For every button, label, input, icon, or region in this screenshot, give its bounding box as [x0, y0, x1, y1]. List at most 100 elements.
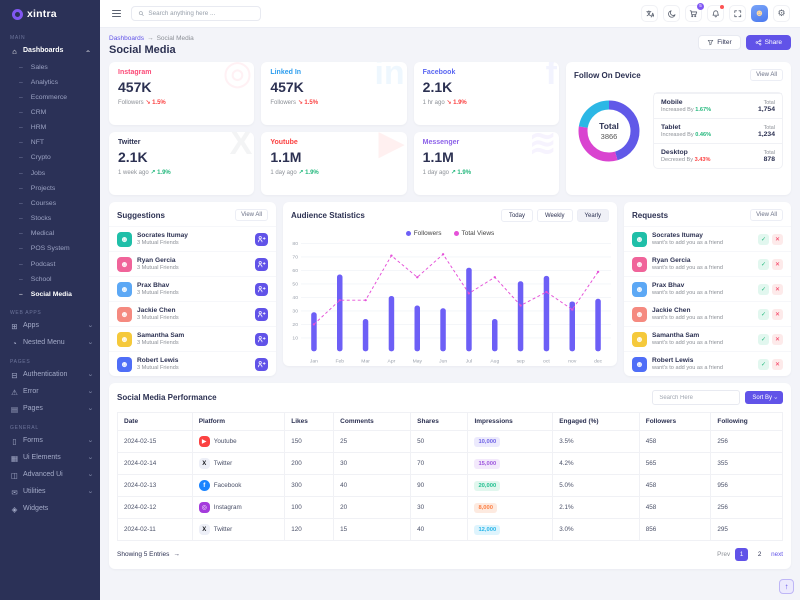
sidebar-item[interactable]: ▯ Forms	[0, 433, 100, 450]
sidebar-item[interactable]: School	[0, 272, 100, 287]
range-button[interactable]: Today	[501, 209, 533, 222]
sidebar-item-icon: ⊟	[10, 371, 19, 380]
pagination-next[interactable]: next	[771, 551, 783, 558]
table-row[interactable]: 2024-02-14 X Twitter 200 30 70	[118, 453, 783, 475]
sidebar-item[interactable]: WEB APPS	[0, 303, 100, 318]
accept-request-button[interactable]: ✓	[758, 259, 769, 270]
accept-request-button[interactable]: ✓	[758, 284, 769, 295]
sidebar-item-label: Jobs	[31, 170, 45, 178]
add-friend-button[interactable]	[255, 358, 268, 371]
column-header[interactable]: Shares	[411, 413, 468, 431]
filter-button[interactable]: Filter	[698, 35, 740, 50]
sidebar-item[interactable]: Stocks	[0, 212, 100, 227]
decline-request-button[interactable]: ✕	[772, 259, 783, 270]
sidebar-item[interactable]: Podcast	[0, 257, 100, 272]
dark-mode-button[interactable]	[663, 5, 680, 22]
sidebar-item[interactable]: NFT	[0, 136, 100, 151]
view-all-button[interactable]: View All	[750, 209, 783, 221]
sidebar-item[interactable]: Social Media	[0, 287, 100, 302]
device-name: Tablet	[661, 124, 711, 131]
notifications-button[interactable]	[707, 5, 724, 22]
sidebar-item[interactable]: POS System	[0, 242, 100, 257]
column-header[interactable]: Followers	[639, 413, 711, 431]
sidebar-item[interactable]: ✉ Utilities	[0, 484, 100, 501]
pagination-page-2[interactable]: 2	[753, 548, 766, 561]
sidebar-item[interactable]: Ecommerce	[0, 90, 100, 105]
person-add-icon	[257, 335, 266, 344]
sidebar-item[interactable]: ▦ Ui Elements	[0, 450, 100, 467]
stat-card: Linked In 457K Followers ↘ 1.5% in	[261, 62, 406, 125]
view-all-button[interactable]: View All	[750, 69, 783, 81]
range-button[interactable]: Weekly	[537, 209, 573, 222]
hamburger-menu-icon[interactable]	[110, 8, 123, 20]
column-header[interactable]: Likes	[285, 413, 334, 431]
sidebar-item[interactable]: ⌂ Dashboards	[0, 43, 100, 60]
decline-request-button[interactable]: ✕	[772, 359, 783, 370]
accept-request-button[interactable]: ✓	[758, 334, 769, 345]
sidebar-item[interactable]: ◫ Advanced Ui	[0, 467, 100, 484]
column-header[interactable]: Platform	[192, 413, 285, 431]
platform-icon: f	[199, 480, 210, 491]
settings-button[interactable]: ⚙	[773, 5, 790, 22]
sidebar-item[interactable]: ⊟ Authentication	[0, 367, 100, 384]
scroll-to-top-button[interactable]: ↑	[779, 579, 794, 594]
column-header[interactable]: Impressions	[468, 413, 553, 431]
sidebar-item[interactable]: ◈ Widgets	[0, 501, 100, 518]
sidebar-item[interactable]: GENERAL	[0, 418, 100, 433]
sidebar-item[interactable]: Courses	[0, 196, 100, 211]
column-header[interactable]: Date	[118, 413, 193, 431]
fullscreen-button[interactable]	[729, 5, 746, 22]
sidebar-item[interactable]: ⊞ Apps	[0, 318, 100, 335]
accept-request-button[interactable]: ✓	[758, 234, 769, 245]
decline-request-button[interactable]: ✕	[772, 334, 783, 345]
sidebar-item[interactable]: ⚠ Error	[0, 384, 100, 401]
legend-label-followers: Followers	[414, 230, 442, 237]
sidebar-item[interactable]: Analytics	[0, 75, 100, 90]
search-input[interactable]	[148, 10, 254, 17]
view-all-button[interactable]: View All	[235, 209, 268, 221]
range-button[interactable]: Yearly	[577, 209, 609, 222]
add-friend-button[interactable]	[255, 333, 268, 346]
sidebar-item[interactable]: ◔ Nested Menu	[0, 335, 100, 352]
column-header[interactable]: Engaged (%)	[553, 413, 640, 431]
sidebar-item[interactable]: CRM	[0, 105, 100, 120]
decline-request-button[interactable]: ✕	[772, 309, 783, 320]
table-row[interactable]: 2024-02-15 ▶ Youtube 150 25 50	[118, 431, 783, 453]
sidebar-item[interactable]: HRM	[0, 121, 100, 136]
table-search-input[interactable]	[652, 390, 740, 405]
impressions-badge: 8,000	[474, 503, 497, 513]
add-friend-button[interactable]	[255, 233, 268, 246]
pagination-prev[interactable]: Prev	[717, 551, 730, 558]
sidebar-item[interactable]: PAGES	[0, 352, 100, 367]
add-friend-button[interactable]	[255, 283, 268, 296]
decline-request-button[interactable]: ✕	[772, 234, 783, 245]
sidebar-item[interactable]: ▤ Pages	[0, 401, 100, 418]
sidebar-item[interactable]: Crypto	[0, 151, 100, 166]
sidebar-item[interactable]: Jobs	[0, 166, 100, 181]
sidebar-item[interactable]: Projects	[0, 181, 100, 196]
accept-request-button[interactable]: ✓	[758, 359, 769, 370]
stat-subtext: 1 day ago ↗ 1.9%	[270, 169, 397, 176]
share-button[interactable]: Share	[746, 35, 791, 50]
sort-by-button[interactable]: Sort By›	[745, 391, 783, 404]
pagination-page-1[interactable]: 1	[735, 548, 748, 561]
accept-request-button[interactable]: ✓	[758, 309, 769, 320]
add-friend-button[interactable]	[255, 308, 268, 321]
user-avatar[interactable]: ☻	[751, 5, 768, 22]
decline-request-button[interactable]: ✕	[772, 284, 783, 295]
sidebar-item[interactable]: Sales	[0, 60, 100, 75]
add-friend-button[interactable]	[255, 258, 268, 271]
table-row[interactable]: 2024-02-13 f Facebook 300 40 90	[118, 475, 783, 497]
table-row[interactable]: 2024-02-11 X Twitter 120 15 40	[118, 519, 783, 541]
table-row[interactable]: 2024-02-12 ◎ Instagram 100 20 30	[118, 497, 783, 519]
breadcrumb-parent[interactable]: Dashboards	[109, 35, 144, 42]
sidebar-item[interactable]: MAIN	[0, 28, 100, 43]
sidebar-item[interactable]: Medical	[0, 227, 100, 242]
language-button[interactable]	[641, 5, 658, 22]
global-search[interactable]	[131, 6, 261, 21]
app-logo[interactable]: xintra	[0, 0, 100, 26]
column-header[interactable]: Following	[711, 413, 783, 431]
device-total-label: Total	[764, 150, 775, 156]
column-header[interactable]: Comments	[334, 413, 411, 431]
cart-button[interactable]: 5	[685, 5, 702, 22]
